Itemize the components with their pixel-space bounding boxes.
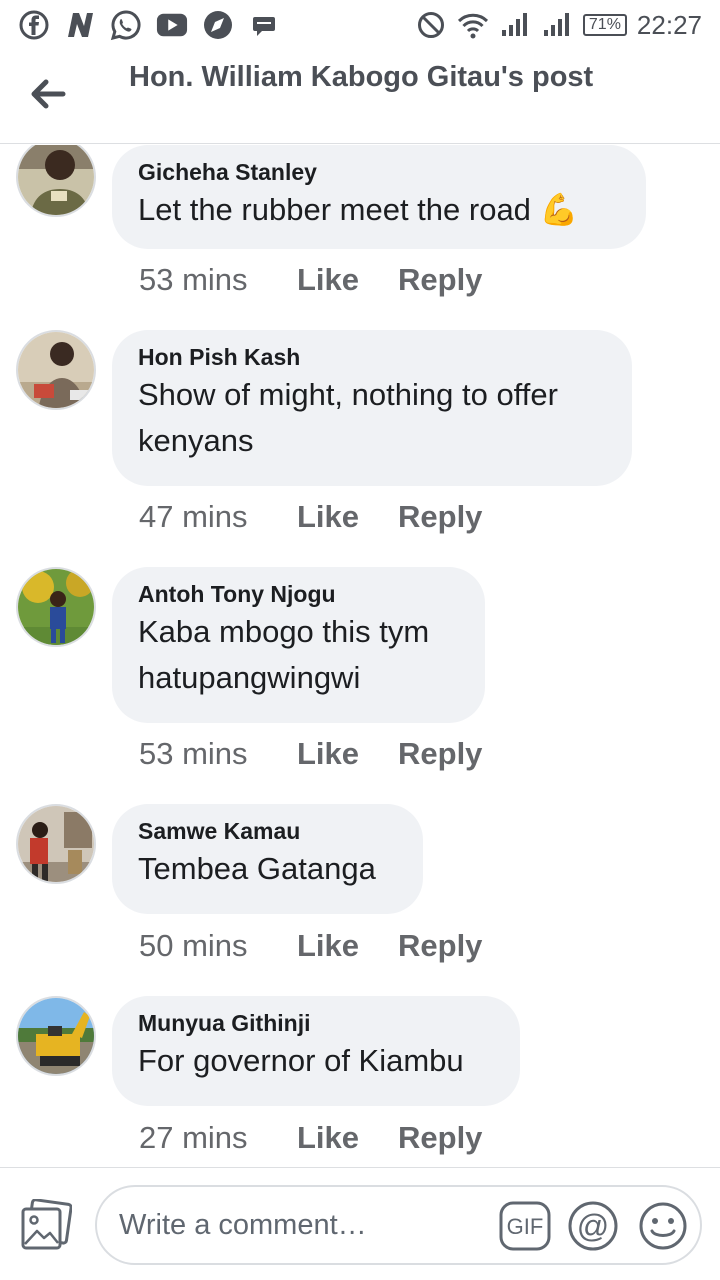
- comment-timestamp: 27 mins: [139, 1120, 248, 1155]
- comment-author[interactable]: Gicheha Stanley: [138, 157, 620, 187]
- comment-actions: 47 mins Like Reply: [139, 499, 482, 535]
- like-button[interactable]: Like: [297, 499, 398, 535]
- comment-author[interactable]: Samwe Kamau: [138, 816, 397, 846]
- whatsapp-icon: [110, 9, 142, 41]
- comment-actions: 50 mins Like Reply: [139, 928, 482, 964]
- app-header: Hon. William Kabogo Gitau's post: [0, 50, 720, 144]
- page-title: Hon. William Kabogo Gitau's post: [129, 61, 594, 93]
- battery-indicator: 71%: [582, 14, 627, 36]
- comment-actions: 53 mins Like Reply: [139, 736, 482, 772]
- n-news-icon: [64, 9, 96, 41]
- status-bar: 71% 22:27: [0, 0, 720, 50]
- mention-label: @: [577, 1208, 609, 1244]
- comment-placeholder: Write a comment…: [119, 1209, 367, 1241]
- gif-label: GIF: [507, 1214, 544, 1239]
- comment-text: Kaba mbogo this tym hatupangwingwi: [138, 614, 430, 695]
- comment-bubble: Gicheha Stanley Let the rubber meet the …: [112, 145, 646, 249]
- signal-icon-2: [541, 9, 573, 41]
- avatar[interactable]: [16, 567, 96, 647]
- comment-author[interactable]: Hon Pish Kash: [138, 342, 606, 372]
- gif-icon: GIF: [499, 1201, 551, 1251]
- avatar[interactable]: [16, 330, 96, 410]
- clock: 22:27: [636, 9, 702, 40]
- comment-text: Show of might, nothing to offer kenyans: [138, 377, 558, 458]
- compass-icon: [202, 9, 234, 41]
- comment-text: Let the rubber meet the road 💪: [138, 192, 579, 227]
- reply-button[interactable]: Reply: [398, 1120, 482, 1156]
- youtube-icon: [156, 9, 188, 41]
- like-button[interactable]: Like: [297, 736, 398, 772]
- mention-icon: @: [568, 1201, 618, 1251]
- facebook-icon: [18, 9, 50, 41]
- photo-icon: [21, 1198, 73, 1250]
- comment-author[interactable]: Munyua Githinji: [138, 1008, 494, 1038]
- comment-bubble: Munyua Githinji For governor of Kiambu: [112, 996, 520, 1106]
- like-button[interactable]: Like: [297, 928, 398, 964]
- comment-text: Tembea Gatanga: [138, 851, 376, 886]
- smiley-icon: [639, 1202, 687, 1250]
- message-icon: [248, 9, 280, 41]
- notification-icons: [18, 9, 280, 41]
- comment-author[interactable]: Antoh Tony Njogu: [138, 579, 459, 609]
- photo-button[interactable]: [20, 1198, 73, 1251]
- comment-actions: 53 mins Like Reply: [139, 262, 482, 298]
- mention-button[interactable]: @: [567, 1201, 619, 1251]
- do-not-disturb-icon: [415, 9, 447, 41]
- back-button[interactable]: [26, 72, 70, 116]
- comment-actions: 27 mins Like Reply: [139, 1120, 482, 1156]
- sticker-button[interactable]: [637, 1201, 689, 1251]
- like-button[interactable]: Like: [297, 262, 398, 298]
- comment-timestamp: 50 mins: [139, 928, 248, 963]
- comment-list: Gicheha Stanley Let the rubber meet the …: [0, 145, 720, 1165]
- wifi-icon: [457, 9, 489, 41]
- system-status: 71% 22:27: [415, 9, 702, 41]
- comment-timestamp: 47 mins: [139, 499, 248, 534]
- reply-button[interactable]: Reply: [398, 262, 482, 298]
- comment-bubble: Samwe Kamau Tembea Gatanga: [112, 804, 423, 914]
- avatar[interactable]: [16, 804, 96, 884]
- comment-composer: Write a comment… GIF @: [0, 1167, 720, 1280]
- like-button[interactable]: Like: [297, 1120, 398, 1156]
- comment-bubble: Antoh Tony Njogu Kaba mbogo this tym hat…: [112, 567, 485, 723]
- comment-input[interactable]: Write a comment… GIF @: [95, 1185, 702, 1265]
- reply-button[interactable]: Reply: [398, 736, 482, 772]
- avatar[interactable]: [16, 996, 96, 1076]
- avatar[interactable]: [16, 145, 96, 217]
- comment-text: For governor of Kiambu: [138, 1043, 464, 1078]
- comment-timestamp: 53 mins: [139, 262, 248, 297]
- gif-button[interactable]: GIF: [499, 1201, 551, 1251]
- signal-icon: [499, 9, 531, 41]
- comment-timestamp: 53 mins: [139, 736, 248, 771]
- reply-button[interactable]: Reply: [398, 928, 482, 964]
- reply-button[interactable]: Reply: [398, 499, 482, 535]
- comment-bubble: Hon Pish Kash Show of might, nothing to …: [112, 330, 632, 486]
- back-arrow-icon: [31, 79, 66, 109]
